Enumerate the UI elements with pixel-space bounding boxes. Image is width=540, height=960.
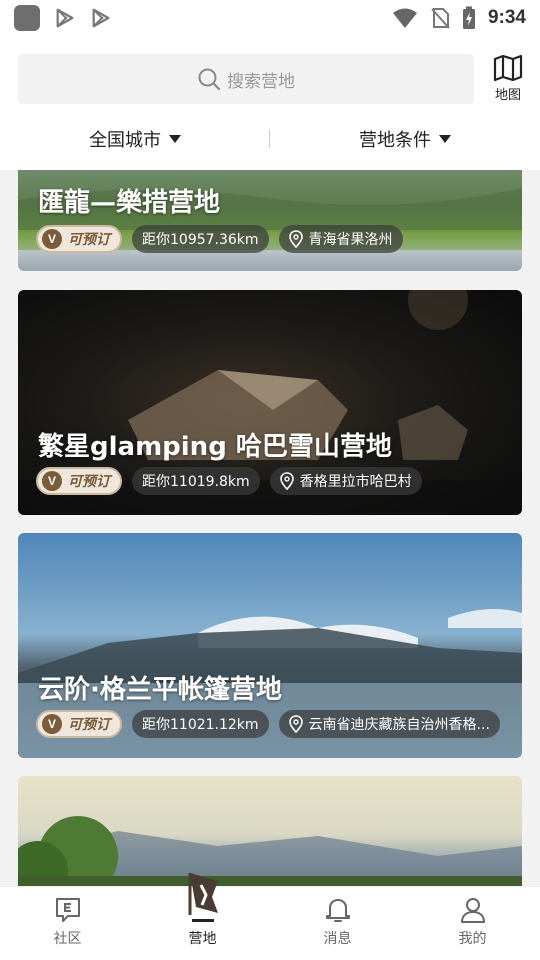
community-icon (55, 898, 80, 922)
nav-community-label: 社区 (53, 931, 82, 947)
v-badge-icon: V (42, 714, 62, 734)
location-tag: 云南省迪庆藏族自治州香格... (278, 710, 500, 738)
filter-divider (269, 130, 270, 148)
nav-messages[interactable]: 消息 (270, 887, 405, 960)
active-indicator (191, 919, 214, 922)
caret-down-icon (169, 135, 181, 143)
filter-bar: 全国城市 营地条件 (0, 122, 540, 156)
search-placeholder: 搜索营地 (227, 71, 295, 92)
nav-messages-label: 消息 (323, 931, 352, 947)
v-badge-icon: V (42, 471, 62, 491)
nav-me-label: 我的 (458, 931, 487, 947)
map-label: 地图 (494, 88, 521, 103)
play-store-icon (92, 8, 110, 28)
status-bar: 9:34 (0, 0, 540, 36)
camp-photo (18, 776, 522, 886)
camp-flag-icon (188, 873, 218, 915)
city-filter[interactable]: 全国城市 (0, 126, 270, 152)
location-tag: 香格里拉市哈巴村 (269, 467, 422, 495)
city-filter-label: 全国城市 (89, 130, 161, 151)
bell-icon (325, 899, 350, 922)
header: 搜索营地 地图 全国城市 营地条件 (0, 36, 540, 170)
location-pin-icon (279, 472, 294, 490)
search-bar[interactable]: 搜索营地 (18, 54, 474, 104)
clock: 9:34 (487, 7, 526, 28)
camp-card[interactable] (18, 776, 522, 886)
user-icon (460, 898, 485, 923)
distance-tag: 距你11019.8km (132, 467, 260, 495)
camp-name: 云阶·格兰平帐篷营地 (38, 675, 282, 705)
location-label: 香格里拉市哈巴村 (299, 474, 412, 490)
location-label: 青海省果洛州 (308, 232, 393, 248)
bookable-badge: V 可预订 (36, 225, 122, 253)
nav-me[interactable]: 我的 (405, 887, 540, 960)
search-icon (198, 68, 221, 91)
camp-card[interactable]: 云阶·格兰平帐篷营地 V 可预订 距你11021.12km 云南省迪庆藏族自治州… (18, 533, 522, 758)
location-tag: 青海省果洛州 (278, 225, 403, 253)
distance-label: 距你11021.12km (142, 717, 259, 733)
camp-condition-filter[interactable]: 营地条件 (270, 126, 540, 152)
nav-camp[interactable]: 营地 (135, 873, 270, 960)
nav-camp-label: 营地 (188, 931, 217, 947)
bottom-nav: 社区 营地 消息 我的 (0, 873, 540, 960)
location-label: 云南省迪庆藏族自治州香格... (308, 717, 490, 733)
camp-tags: V 可预订 距你10957.36km 青海省果洛州 (36, 225, 403, 253)
nav-community[interactable]: 社区 (0, 887, 135, 960)
wifi-icon (392, 8, 417, 28)
bookable-label: 可预订 (68, 717, 110, 733)
bookable-label: 可预订 (68, 474, 110, 490)
camp-list[interactable]: 匯龍—樂措营地 V 可预订 距你10957.36km 青海省果洛州 繁星glam… (0, 170, 540, 886)
map-button[interactable]: 地图 (488, 54, 528, 106)
play-store-icon (56, 8, 74, 28)
no-sim-icon (431, 8, 450, 29)
location-pin-icon (288, 230, 303, 248)
distance-label: 距你10957.36km (142, 232, 259, 248)
camp-name: 匯龍—樂措营地 (38, 188, 221, 218)
camp-tags: V 可预订 距你11019.8km 香格里拉市哈巴村 (36, 467, 422, 495)
camp-card[interactable]: 匯龍—樂措营地 V 可预订 距你10957.36km 青海省果洛州 (18, 170, 522, 271)
bookable-label: 可预订 (68, 232, 110, 248)
bookable-badge: V 可预订 (36, 467, 122, 495)
distance-tag: 距你11021.12km (132, 710, 269, 738)
caret-down-icon (439, 135, 451, 143)
battery-charging-icon (462, 6, 475, 29)
camp-card[interactable]: 繁星glamping 哈巴雪山营地 V 可预订 距你11019.8km 香格里拉… (18, 290, 522, 515)
bookable-badge: V 可预订 (36, 710, 122, 738)
v-badge-icon: V (42, 229, 62, 249)
location-pin-icon (288, 715, 303, 733)
camp-name: 繁星glamping 哈巴雪山营地 (38, 432, 392, 462)
map-icon (493, 54, 523, 82)
camp-tags: V 可预订 距你11021.12km 云南省迪庆藏族自治州香格... (36, 710, 500, 738)
distance-label: 距你11019.8km (142, 474, 250, 490)
condition-filter-label: 营地条件 (359, 130, 431, 151)
app-notification-icon (14, 5, 40, 31)
distance-tag: 距你10957.36km (132, 225, 269, 253)
